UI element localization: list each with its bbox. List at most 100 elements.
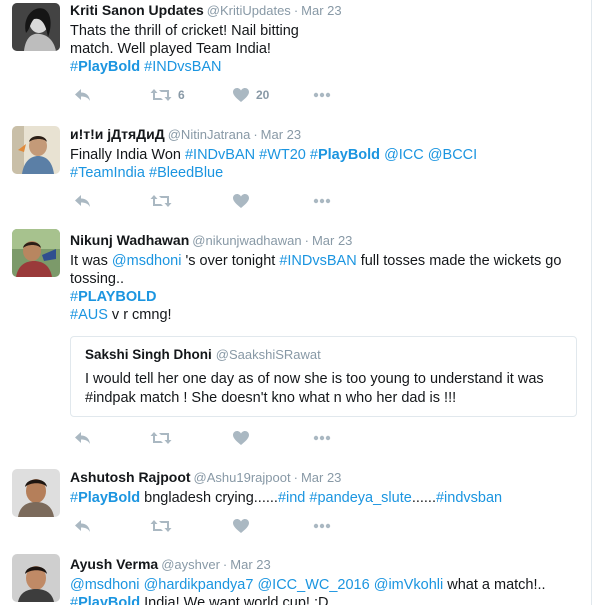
heart-icon [232, 430, 250, 446]
more-button[interactable] [313, 85, 331, 105]
tweet-header: Ashutosh Rajpoot @Ashu19rajpoot · Mar 23 [70, 468, 579, 487]
reply-icon [74, 193, 92, 209]
like-button[interactable] [232, 428, 256, 448]
tweet-text: It was @msdhoni 's over tonight #INDvsBA… [70, 252, 570, 324]
retweet-button[interactable]: 6 [150, 85, 185, 105]
tweet-link[interactable]: # [70, 59, 78, 75]
retweet-icon [150, 430, 172, 446]
avatar[interactable] [12, 126, 60, 174]
like-button[interactable] [232, 191, 256, 211]
hashtag-link[interactable]: PlayBold [78, 59, 140, 75]
tweet-link[interactable]: # [70, 595, 78, 605]
user-handle[interactable]: @ayshver [161, 557, 220, 572]
hashtag-link[interactable]: PlayBold [78, 490, 140, 506]
tweet-link[interactable]: #ind [278, 490, 305, 506]
tweet-link[interactable]: @hardikpandya7 [144, 577, 254, 593]
user-handle[interactable]: @nikunjwadhawan [192, 233, 301, 248]
tweet-link[interactable]: @ICC_WC_2016 [257, 577, 369, 593]
tweet-header: Nikunj Wadhawan @nikunjwadhawan · Mar 23 [70, 231, 579, 250]
tweet-link[interactable]: # [70, 289, 78, 305]
retweet-button[interactable] [150, 428, 178, 448]
tweet-text: @msdhoni @hardikpandya7 @ICC_WC_2016 @im… [70, 576, 570, 605]
user-handle[interactable]: @NitinJatrana [168, 127, 251, 142]
tweet-text-segment: It was [70, 253, 112, 269]
more-button[interactable] [313, 428, 331, 448]
user-handle[interactable]: @KritiUpdates [207, 3, 291, 18]
tweet-link[interactable]: # [70, 490, 78, 506]
separator-dot: · [304, 233, 309, 248]
more-button[interactable] [313, 191, 331, 211]
avatar[interactable] [12, 469, 60, 517]
tweet-timestamp[interactable]: Mar 23 [301, 470, 341, 485]
more-icon [313, 198, 331, 204]
tweet-actions: 6 20 [70, 85, 340, 105]
tweet-text: Thats the thrill of cricket! Nail bittin… [70, 22, 310, 76]
tweet-actions [70, 428, 340, 448]
quoted-tweet[interactable]: Sakshi Singh Dhoni @SaakshiSRawat I would… [70, 336, 577, 417]
user-fullname[interactable]: и!т!и јДтяДиД [70, 126, 165, 142]
retweet-button[interactable] [150, 516, 178, 536]
avatar[interactable] [12, 554, 60, 602]
reply-icon [74, 87, 92, 103]
user-fullname[interactable]: Nikunj Wadhawan [70, 232, 189, 248]
like-button[interactable] [232, 516, 256, 536]
like-button[interactable]: 20 [232, 85, 269, 105]
tweet[interactable]: Ayush Verma @ayshver · Mar 23 @msdhoni @har… [0, 544, 591, 605]
tweet-link[interactable]: #INDvBAN [185, 147, 255, 163]
retweet-icon [150, 518, 172, 534]
reply-icon [74, 430, 92, 446]
retweet-count: 6 [178, 88, 185, 102]
avatar[interactable] [12, 3, 60, 51]
reply-button[interactable] [74, 191, 92, 211]
reply-button[interactable] [74, 428, 92, 448]
tweet-link[interactable]: # [310, 147, 318, 163]
like-count: 20 [256, 88, 270, 102]
tweet-text-segment: bngladesh crying...... [140, 490, 278, 506]
tweet-link[interactable]: #INDvsBAN [144, 59, 221, 75]
reply-button[interactable] [74, 516, 92, 536]
user-fullname[interactable]: Ashutosh Rajpoot [70, 469, 191, 485]
user-fullname[interactable]: Kriti Sanon Updates [70, 2, 204, 18]
reply-button[interactable] [74, 85, 92, 105]
tweet-timestamp[interactable]: Mar 23 [312, 233, 352, 248]
tweet-timestamp[interactable]: Mar 23 [301, 3, 341, 18]
tweet-link[interactable]: @msdhoni [112, 253, 182, 269]
heart-icon [232, 87, 250, 103]
tweet-link[interactable]: #WT20 [259, 147, 306, 163]
tweet-link[interactable]: @msdhoni [70, 577, 140, 593]
quoted-tweet-header: Sakshi Singh Dhoni @SaakshiSRawat [85, 346, 564, 364]
tweet-link[interactable]: @ICC [384, 147, 424, 163]
tweet-timestamp[interactable]: Mar 23 [230, 557, 270, 572]
tweet-link[interactable]: @BCCI [428, 147, 477, 163]
user-fullname[interactable]: Ayush Verma [70, 556, 158, 572]
heart-icon [232, 193, 250, 209]
tweet-link[interactable]: @imVkohli [374, 577, 444, 593]
retweet-button[interactable] [150, 191, 178, 211]
tweet-timestamp[interactable]: Mar 23 [261, 127, 301, 142]
tweet-link[interactable]: #indvsban [436, 490, 502, 506]
tweet-link[interactable]: #pandeya_slute [309, 490, 411, 506]
tweet[interactable]: Nikunj Wadhawan @nikunjwadhawan · Mar 23 It… [0, 219, 591, 460]
separator-dot: · [253, 127, 258, 142]
hashtag-link[interactable]: PLAYBOLD [78, 289, 156, 305]
tweet-link[interactable]: #TeamIndia [70, 165, 145, 181]
tweet-link[interactable]: #AUS [70, 307, 108, 323]
more-icon [313, 92, 331, 98]
tweet[interactable]: Kriti Sanon Updates @KritiUpdates · Mar 23 … [0, 0, 591, 117]
tweet-text-segment: Thats the thrill of cricket! Nail bittin… [70, 23, 299, 57]
tweet-text: Finally India Won #INDvBAN #WT20 #PlayBo… [70, 146, 550, 182]
tweet[interactable]: Ashutosh Rajpoot @Ashu19rajpoot · Mar 23 #P… [0, 459, 591, 545]
tweet-feed: Kriti Sanon Updates @KritiUpdates · Mar 23 … [0, 0, 592, 605]
hashtag-link[interactable]: PlayBold [318, 147, 380, 163]
hashtag-link[interactable]: PlayBold [78, 595, 140, 605]
quoted-user-handle: @SaakshiSRawat [215, 347, 321, 362]
heart-icon [232, 518, 250, 534]
tweet-link[interactable]: #INDvsBAN [279, 253, 356, 269]
tweet-link[interactable]: #BleedBlue [149, 165, 223, 181]
tweet[interactable]: и!т!и јДтяДиД @NitinJatrana · Mar 23 Finall… [0, 116, 591, 220]
avatar[interactable] [12, 229, 60, 277]
more-button[interactable] [313, 516, 331, 536]
more-icon [313, 523, 331, 529]
user-handle[interactable]: @Ashu19rajpoot [194, 470, 291, 485]
tweet-actions [70, 191, 340, 211]
